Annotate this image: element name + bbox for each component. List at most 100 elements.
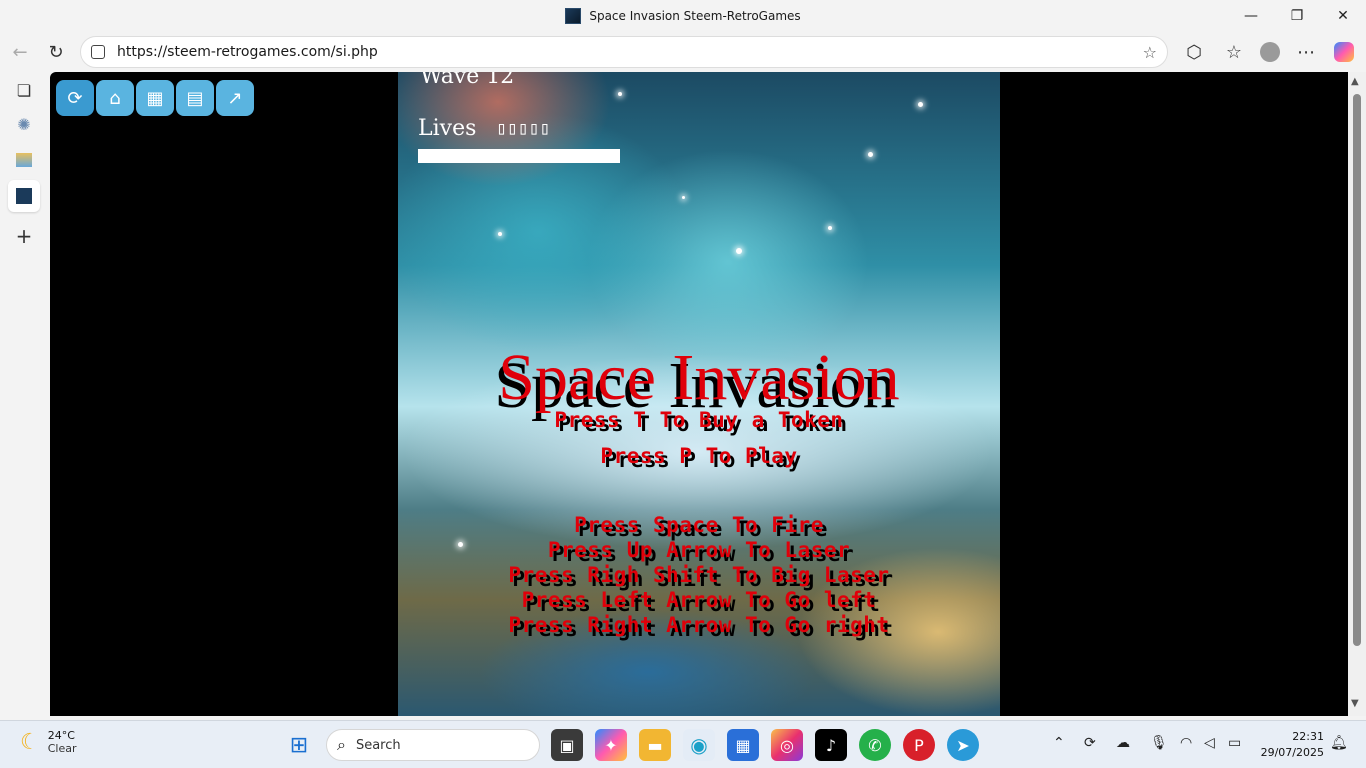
restore-button[interactable]: ❐	[1274, 0, 1320, 32]
search-label: Search	[355, 737, 401, 753]
weather-temp: 24°C	[47, 729, 75, 742]
tab-favicon-icon	[16, 153, 32, 167]
telegram-button[interactable]: ➤	[947, 729, 979, 761]
tab-actions-button[interactable]: ❏	[8, 74, 40, 106]
refresh-icon: ⟳	[67, 87, 83, 109]
chart-button[interactable]: ↗	[216, 80, 254, 116]
close-button[interactable]: ✕	[1320, 0, 1366, 32]
instruction-play: Press P To Play Press P To Play	[398, 444, 1000, 472]
edge-icon: ◉	[690, 733, 708, 757]
sidebar-tab-1[interactable]: ✺	[8, 108, 40, 140]
lives-bar	[418, 149, 620, 163]
instruction-text: Press T To Buy a Token	[554, 408, 844, 432]
site-info-icon[interactable]	[91, 45, 105, 59]
whatsapp-button[interactable]: ✆	[859, 729, 891, 761]
moon-icon: ☾	[20, 729, 40, 755]
instruction-left: Press Left Arrow To Go left Press Left A…	[398, 588, 1000, 616]
home-button[interactable]: ⌂	[96, 80, 134, 116]
sidebar-tab-2[interactable]	[8, 144, 40, 176]
close-icon: ✕	[1337, 8, 1349, 24]
grid-button[interactable]: ▦	[136, 80, 174, 116]
weather-desc: Clear	[47, 742, 77, 755]
volume-icon[interactable]: ◁	[1204, 735, 1215, 751]
instruction-big-laser: Press Righ Shift To Big Laser Press Righ…	[398, 563, 1000, 591]
profile-button[interactable]	[1254, 36, 1286, 68]
scroll-up-icon[interactable]: ▲	[1351, 76, 1359, 87]
clock-date: 29/07/2025	[1260, 746, 1324, 759]
wifi-icon[interactable]: ◠	[1180, 735, 1192, 751]
instruction-laser: Press Up Arrow To Laser Press Up Arrow T…	[398, 538, 1000, 566]
tiktok-icon: ♪	[825, 735, 837, 755]
tray-overflow-icon[interactable]: ⌃	[1053, 735, 1065, 751]
file-explorer-button[interactable]: ▬	[639, 729, 671, 761]
store-icon: ▦	[735, 735, 751, 755]
clipboard-button[interactable]: ▤	[176, 80, 214, 116]
taskbar-search[interactable]: ⌕ Search	[326, 729, 540, 761]
pinterest-button[interactable]: P	[903, 729, 935, 761]
onedrive-icon[interactable]: ☁	[1116, 735, 1130, 751]
new-tab-button[interactable]: +	[8, 220, 40, 252]
start-button[interactable]: ⊞	[283, 729, 315, 761]
copilot-button[interactable]	[1328, 36, 1360, 68]
instruction-text: Press Left Arrow To Go left	[521, 588, 877, 612]
instruction-right: Press Right Arrow To Go right Press Righ…	[398, 613, 1000, 641]
star-decoration	[736, 248, 742, 254]
game-canvas[interactable]: Wave 12 Lives ▯▯▯▯▯ Space Invasion Space…	[398, 72, 1000, 716]
star-decoration	[498, 232, 502, 236]
tab-favicon-icon	[16, 188, 32, 204]
star-decoration	[868, 152, 873, 157]
star-decoration	[918, 102, 923, 107]
pinterest-icon: P	[914, 735, 924, 755]
address-url[interactable]: https://steem-retrogames.com/si.php	[117, 44, 378, 60]
notification-bell-icon[interactable]: 🔔︎	[1330, 735, 1348, 751]
task-view-button[interactable]: ▣	[551, 729, 583, 761]
update-icon[interactable]: ⟳	[1084, 735, 1096, 751]
home-icon: ⌂	[109, 87, 121, 109]
instruction-fire: Press Space To Fire Press Space To Fire	[398, 513, 1000, 541]
weather-widget[interactable]: ☾ 24°C Clear	[20, 729, 77, 755]
tab-favicon-icon: ✺	[17, 114, 31, 134]
windows-icon: ⊞	[289, 732, 309, 758]
instruction-text: Press Space To Fire	[574, 513, 824, 537]
tabs-icon: ❏	[16, 80, 32, 100]
minimize-button[interactable]: —	[1228, 0, 1274, 32]
instruction-text: Press Up Arrow To Laser	[547, 538, 851, 562]
reload-button[interactable]: ↻	[40, 36, 72, 68]
edge-taskbar-button[interactable]: ◉	[683, 729, 715, 761]
instruction-text: Press P To Play	[600, 444, 798, 468]
grid-icon: ▦	[146, 87, 164, 109]
browser-navbar: ← ↻ https://steem-retrogames.com/si.php …	[0, 32, 1366, 72]
taskbar: ☾ 24°C Clear ⊞ ⌕ Search ▣ ✦ ▬ ◉ ▦ ◎ ♪ ✆ …	[0, 720, 1366, 768]
scrollbar-thumb[interactable]	[1353, 94, 1361, 646]
window-title: Space Invasion Steem-RetroGames	[589, 9, 801, 23]
instruction-token: Press T To Buy a Token Press T To Buy a …	[398, 408, 1000, 436]
store-button[interactable]: ▦	[727, 729, 759, 761]
taskbar-clock[interactable]: 22:31 29/07/2025	[1261, 729, 1324, 761]
page-scrollbar[interactable]: ▲ ▼	[1348, 72, 1366, 716]
address-bar[interactable]: https://steem-retrogames.com/si.php ☆	[80, 36, 1168, 68]
instruction-text: Press Right Arrow To Go right	[508, 613, 890, 637]
chart-icon: ↗	[227, 87, 243, 109]
sidebar-tab-active[interactable]	[8, 180, 40, 212]
page-viewport: ⟳ ⌂ ▦ ▤ ↗ Wave 12 Lives ▯▯▯▯▯ Space Inva…	[50, 72, 1348, 716]
puzzle-icon: ⬡	[1186, 41, 1202, 63]
more-button[interactable]: ⋯	[1290, 36, 1322, 68]
restore-icon: ❐	[1290, 8, 1304, 24]
scroll-down-icon[interactable]: ▼	[1351, 698, 1359, 709]
search-icon: ⌕	[337, 735, 346, 754]
copilot-taskbar-button[interactable]: ✦	[595, 729, 627, 761]
instagram-button[interactable]: ◎	[771, 729, 803, 761]
game-title: Space Invasion	[498, 341, 900, 414]
back-button[interactable]: ←	[4, 36, 36, 68]
extensions-button[interactable]: ⬡	[1178, 36, 1210, 68]
site-toolbar: ⟳ ⌂ ▦ ▤ ↗	[56, 80, 254, 116]
refresh-button[interactable]: ⟳	[56, 80, 94, 116]
microphone-icon[interactable]: 🎙︎	[1150, 735, 1168, 751]
tiktok-button[interactable]: ♪	[815, 729, 847, 761]
favorite-star-icon[interactable]: ☆	[1142, 42, 1157, 62]
plus-icon: +	[15, 224, 33, 248]
star-decoration	[682, 196, 685, 199]
more-dots-icon: ⋯	[1297, 41, 1315, 63]
favorites-button[interactable]: ☆	[1218, 36, 1250, 68]
battery-icon[interactable]: ▭	[1228, 735, 1241, 751]
